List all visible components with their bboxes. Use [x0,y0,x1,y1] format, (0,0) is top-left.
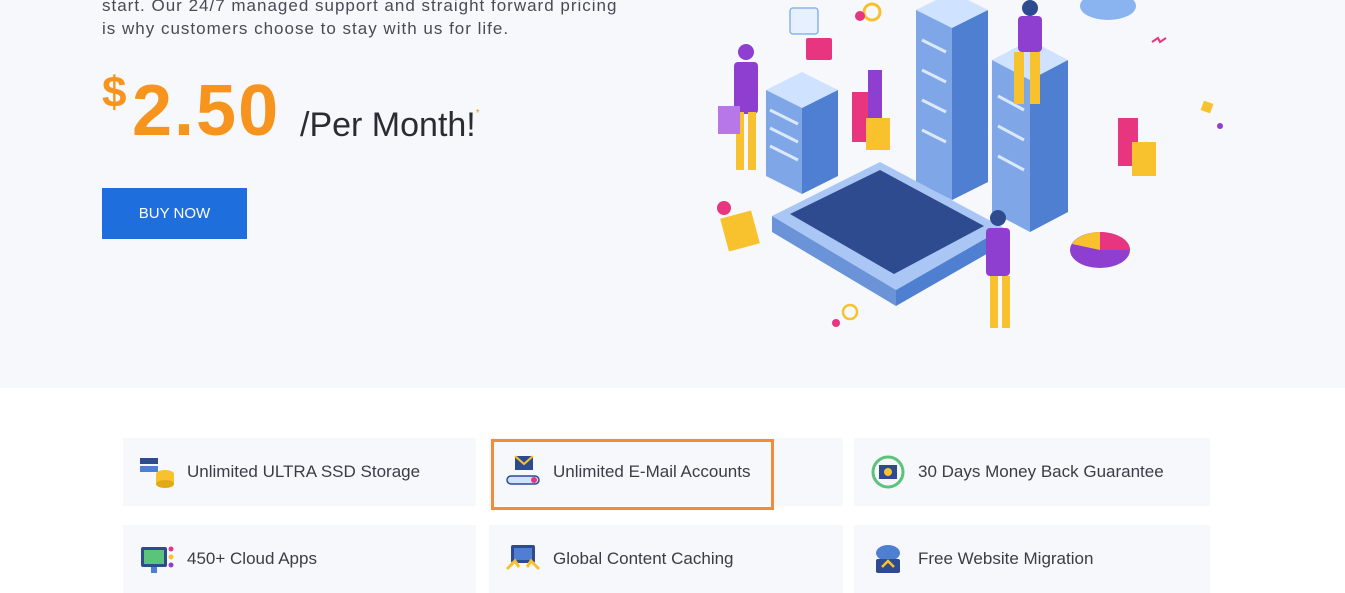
content-caching-icon [505,545,541,571]
price-period: /Per Month!* [300,106,480,145]
feature-label: 450+ Cloud Apps [187,549,317,568]
cloud-apps-icon [141,546,174,573]
feature-card: 30 Days Money Back Guarantee [854,438,1210,506]
hosting-illustration [717,0,1223,328]
feature-card: Unlimited E-Mail Accounts [489,438,843,506]
price-currency: $ [102,68,127,117]
hero-section: start. Our 24/7 managed support and stra… [0,0,1345,388]
feature-label: Unlimited ULTRA SSD Storage [187,462,421,481]
feature-label: Global Content Caching [553,549,734,568]
email-accounts-icon [506,455,540,485]
hero-intro-line-1: start. Our 24/7 managed support and stra… [102,0,618,15]
buy-now-button[interactable]: BUY NOW [102,188,247,239]
feature-label: Unlimited E-Mail Accounts [553,462,751,481]
money-back-icon [871,455,905,489]
ssd-storage-icon [140,458,174,488]
price-footnote-mark: * [475,108,480,119]
small-server-stack [766,72,838,194]
hero-intro-text: start. Our 24/7 managed support and stra… [102,0,682,40]
feature-card: Unlimited ULTRA SSD Storage [123,438,476,506]
feature-label: Free Website Migration [918,549,1094,568]
website-migration-icon [876,545,900,573]
price-amount: 2.50 [132,71,281,151]
hero-intro-line-2: is why customers choose to stay with us … [102,19,510,38]
person-left [718,44,758,170]
feature-label: 30 Days Money Back Guarantee [918,462,1164,481]
price-period-label: /Per Month! [300,106,476,144]
